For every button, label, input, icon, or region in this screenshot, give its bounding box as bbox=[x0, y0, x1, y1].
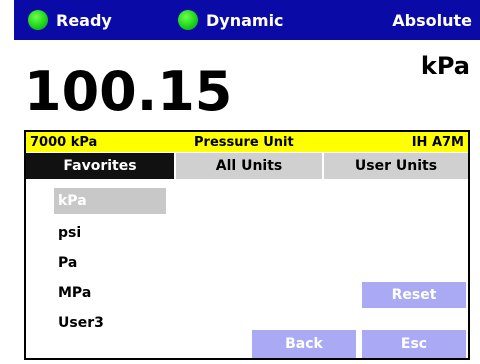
dialog-header: 7000 kPa Pressure Unit IH A7M bbox=[26, 132, 468, 152]
pressure-unit-dialog: 7000 kPa Pressure Unit IH A7M Favorites … bbox=[24, 130, 470, 360]
list-item-mpa[interactable]: MPa bbox=[54, 278, 166, 308]
list-item-psi[interactable]: psi bbox=[54, 218, 166, 248]
reset-button[interactable]: Reset bbox=[362, 282, 466, 308]
unit-tabs: Favorites All Units User Units bbox=[26, 153, 468, 179]
unit-list: kPa psi Pa MPa User3 bbox=[54, 188, 166, 338]
list-item-user3[interactable]: User3 bbox=[54, 308, 166, 338]
sensor-label: IH A7M bbox=[411, 134, 464, 150]
mode-indicator: Dynamic bbox=[178, 0, 284, 40]
reading-unit: kPa bbox=[420, 52, 470, 80]
tab-user-units[interactable]: User Units bbox=[322, 153, 468, 179]
ready-label: Ready bbox=[56, 10, 112, 30]
reference-label: Absolute bbox=[392, 10, 472, 30]
back-button[interactable]: Back bbox=[252, 330, 356, 358]
tab-all-units[interactable]: All Units bbox=[174, 153, 322, 179]
dialog-title: Pressure Unit bbox=[194, 134, 294, 150]
dynamic-led-icon bbox=[178, 10, 198, 30]
ready-led-icon bbox=[28, 10, 48, 30]
ready-indicator: Ready bbox=[28, 0, 112, 40]
list-item-pa[interactable]: Pa bbox=[54, 248, 166, 278]
reference-indicator: Absolute bbox=[392, 0, 472, 40]
esc-button[interactable]: Esc bbox=[362, 330, 466, 358]
tab-favorites[interactable]: Favorites bbox=[26, 153, 174, 179]
list-item-kpa[interactable]: kPa bbox=[54, 188, 166, 214]
pressure-reading: 100.15 bbox=[24, 60, 233, 123]
range-label: 7000 kPa bbox=[30, 134, 98, 150]
mode-label: Dynamic bbox=[206, 10, 284, 30]
status-bar: Ready Dynamic Absolute bbox=[14, 0, 480, 40]
